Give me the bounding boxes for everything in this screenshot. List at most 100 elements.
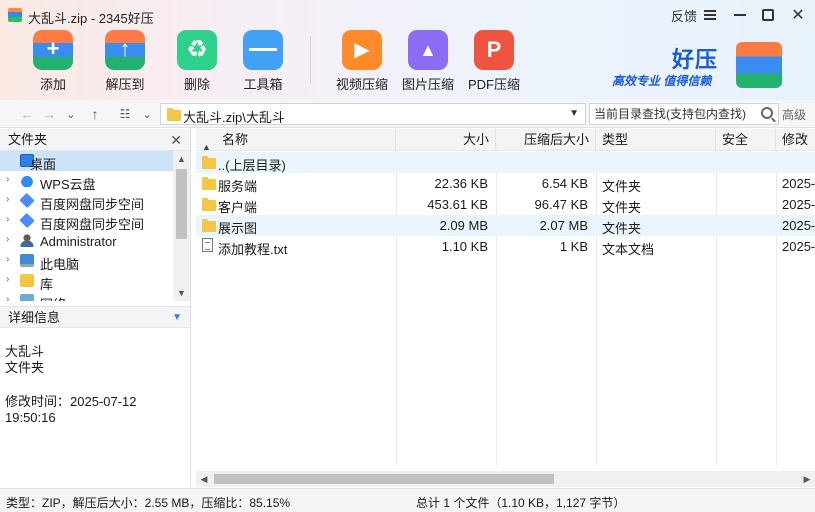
toolbox-icon — [243, 30, 283, 70]
list-view-icon: ☷ — [119, 107, 131, 121]
scroll-left-icon[interactable]: ◀ — [196, 471, 212, 487]
file-name: 展示图 — [218, 221, 258, 236]
file-row[interactable]: 客户端 453.61 KB 96.47 KB 文件夹 2025- — [196, 194, 815, 215]
back-button[interactable]: ← — [18, 105, 36, 123]
minimize-button[interactable] — [731, 5, 749, 25]
file-packed-size: 96.47 KB — [534, 197, 589, 212]
feedback-button[interactable]: 反馈 — [671, 5, 697, 25]
extract-to-button[interactable]: 解压到 — [89, 30, 161, 96]
tree-item-library[interactable]: › 库 — [0, 271, 174, 292]
tree-item-baidu-sync-1[interactable]: › 百度网盘同步空间 — [0, 191, 174, 212]
tree-item-baidu-sync-2[interactable]: › 百度网盘同步空间 — [0, 211, 174, 232]
chevron-right-icon[interactable]: › — [6, 214, 9, 225]
minimize-icon — [734, 14, 746, 16]
file-size: 1.10 KB — [441, 239, 488, 254]
baidu-icon — [19, 192, 35, 209]
file-modified: 2025- — [782, 239, 815, 254]
file-row[interactable]: 添加教程.txt 1.10 KB 1 KB 文本文档 2025- — [196, 236, 815, 257]
arrow-up-icon: ↑ — [91, 106, 99, 122]
scrollbar-thumb[interactable] — [214, 474, 554, 484]
pdf-compress-button[interactable]: PDF压缩 — [458, 30, 530, 96]
toolbar-region: 大乱斗.zip - 2345好压 反馈 ✕ 添加 解压到 删除 工具箱 视频压缩… — [0, 0, 815, 100]
folder-icon — [202, 177, 216, 190]
tree-item-administrator[interactable]: › Administrator — [0, 231, 174, 251]
chevron-right-icon[interactable]: › — [6, 274, 9, 285]
scroll-right-icon[interactable]: ▶ — [799, 471, 815, 487]
scroll-up-icon[interactable]: ▲ — [173, 151, 190, 167]
tree-scrollbar[interactable]: ▲ ▼ — [173, 151, 190, 301]
chevron-down-icon[interactable]: ▼ — [172, 307, 182, 329]
path-dropdown-icon[interactable]: ▼ — [569, 108, 579, 119]
chevron-right-icon[interactable]: › — [6, 174, 9, 185]
search-input[interactable] — [594, 106, 754, 122]
tree-item-wps-cloud[interactable]: › WPS云盘 — [0, 171, 174, 192]
folder-icon — [202, 219, 216, 232]
library-icon — [20, 274, 34, 287]
close-button[interactable]: ✕ — [789, 5, 807, 25]
detail-pane-header[interactable]: 详细信息 ▼ — [0, 306, 190, 328]
path-field[interactable]: 大乱斗.zip\大乱斗 ▼ — [160, 103, 586, 125]
chevron-right-icon[interactable]: › — [6, 254, 9, 265]
close-icon: ✕ — [791, 7, 805, 24]
file-modified: 2025- — [782, 176, 815, 191]
file-type: 文本文档 — [602, 242, 655, 257]
arrow-right-icon: → — [42, 106, 56, 122]
column-header-modified[interactable]: 修改时 — [776, 129, 815, 151]
video-compress-icon — [342, 30, 382, 70]
add-button[interactable]: 添加 — [17, 30, 89, 96]
scrollbar-thumb[interactable] — [176, 169, 187, 239]
history-dropdown[interactable]: ⌄ — [62, 105, 80, 123]
horizontal-scrollbar[interactable]: ◀ ▶ — [196, 471, 815, 487]
video-compress-button[interactable]: 视频压缩 — [326, 30, 398, 96]
tree-item-network[interactable]: › 网络 — [0, 291, 174, 301]
folder-pane-title: 文件夹 — [8, 132, 48, 147]
view-mode-button[interactable]: ☷ — [116, 105, 134, 123]
tree-item-this-pc[interactable]: › 此电脑 — [0, 251, 174, 272]
toolbox-button[interactable]: 工具箱 — [227, 30, 299, 96]
maximize-icon — [762, 9, 774, 21]
column-header-name[interactable]: ▲ 名称 — [196, 129, 396, 152]
file-row[interactable]: 展示图 2.09 MB 2.07 MB 文件夹 2025- — [196, 215, 815, 236]
forward-button[interactable]: → — [40, 105, 58, 123]
address-bar: ← → ⌄ ↑ ☷ ⌄ 大乱斗.zip\大乱斗 ▼ 高级 — [0, 100, 815, 128]
file-modified: 2025- — [782, 218, 815, 233]
chevron-down-icon: ⌄ — [66, 108, 76, 121]
status-bar: 类型：ZIP，解压后大小：2.55 MB，压缩比：85.15% 总计 1 个文件… — [0, 488, 815, 512]
file-name: 客户端 — [218, 200, 258, 215]
pdf-compress-label: PDF压缩 — [467, 77, 520, 92]
user-icon — [20, 234, 34, 247]
column-header-packed[interactable]: 压缩后大小 — [496, 129, 596, 151]
chevron-right-icon[interactable]: › — [6, 294, 9, 301]
tree-item-desktop[interactable]: 桌面 — [0, 151, 174, 172]
file-size: 453.61 KB — [427, 197, 488, 212]
column-header-type[interactable]: 类型 — [596, 129, 716, 151]
path-text: 大乱斗.zip\大乱斗 — [183, 110, 285, 125]
window-title: 大乱斗.zip - 2345好压 — [28, 11, 154, 26]
video-compress-label: 视频压缩 — [335, 77, 388, 92]
maximize-button[interactable] — [759, 5, 777, 25]
chevron-right-icon[interactable]: › — [6, 194, 9, 205]
column-header-security[interactable]: 安全 — [716, 129, 776, 151]
scroll-down-icon[interactable]: ▼ — [173, 285, 190, 301]
view-mode-dropdown[interactable]: ⌄ — [138, 105, 156, 123]
up-level-button[interactable]: ↑ — [86, 105, 104, 123]
advanced-search-button[interactable]: 高级 — [782, 106, 806, 123]
menu-button[interactable] — [701, 5, 719, 25]
computer-icon — [20, 254, 34, 267]
column-header-size[interactable]: 大小 — [396, 129, 496, 151]
detail-pane-title: 详细信息 — [8, 310, 61, 325]
image-compress-button[interactable]: 图片压缩 — [392, 30, 464, 96]
file-packed-size: 2.07 MB — [539, 218, 588, 233]
close-folder-pane-button[interactable]: ✕ — [170, 129, 182, 151]
file-list-header: ▲ 名称 大小 压缩后大小 类型 安全 修改时 — [196, 129, 815, 152]
chevron-right-icon[interactable]: › — [6, 234, 9, 245]
brand-slogan: 高效专业 值得信赖 — [612, 74, 712, 88]
file-row[interactable]: 服务端 22.36 KB 6.54 KB 文件夹 2025- — [196, 173, 815, 194]
search-icon[interactable] — [761, 107, 773, 119]
delete-button-label: 删除 — [183, 77, 210, 92]
selection-summary: 总计 1 个文件（1.10 KB，1,127 字节） — [416, 496, 626, 510]
file-row-parent[interactable]: ..(上层目录) — [196, 152, 815, 173]
extract-button-label: 解压到 — [105, 77, 145, 92]
hamburger-icon — [704, 10, 716, 20]
delete-button[interactable]: 删除 — [161, 30, 233, 96]
